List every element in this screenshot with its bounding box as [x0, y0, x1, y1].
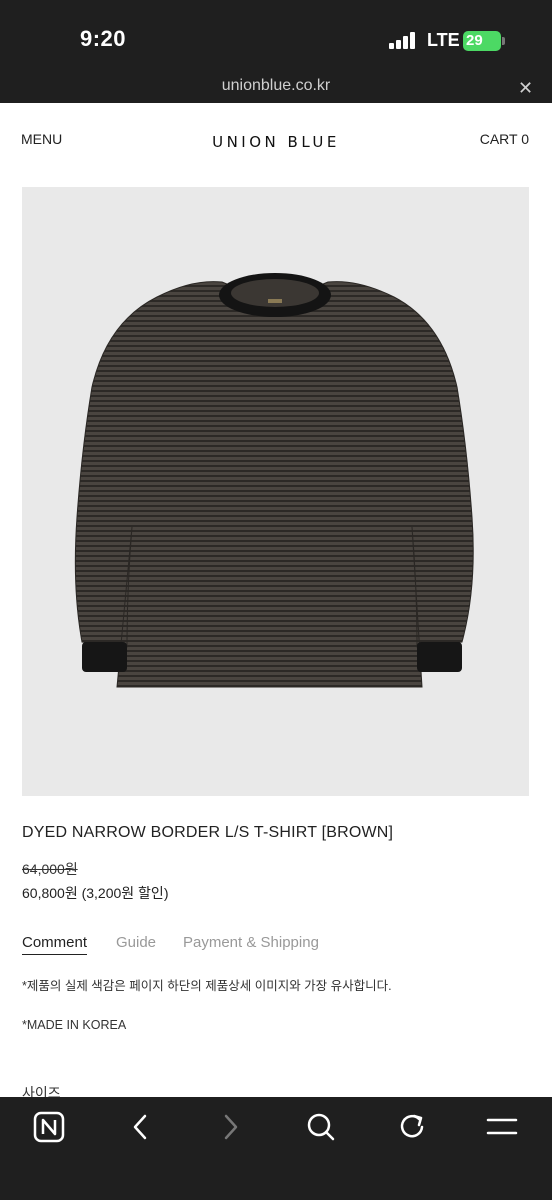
- status-time: 9:20: [80, 26, 127, 51]
- back-arrow-icon[interactable]: [120, 1109, 160, 1145]
- product-title: DYED NARROW BORDER L/S T-SHIRT [BROWN]: [22, 824, 394, 841]
- signal-icon: [389, 32, 417, 49]
- close-icon[interactable]: ✕: [518, 78, 533, 99]
- naver-logo-icon[interactable]: [29, 1109, 69, 1145]
- battery-icon: 29: [463, 31, 505, 51]
- network-type: LTE: [427, 30, 460, 50]
- search-icon[interactable]: [301, 1109, 341, 1145]
- url-bar[interactable]: unionblue.co.kr: [0, 77, 552, 95]
- product-image[interactable]: [22, 187, 529, 796]
- cart-button[interactable]: CART 0: [480, 131, 529, 147]
- battery-level: 29: [466, 32, 483, 49]
- forward-arrow-icon[interactable]: [211, 1109, 251, 1145]
- origin-note: *MADE IN KOREA: [22, 1018, 127, 1032]
- browser-bottom-toolbar: [0, 1097, 552, 1200]
- product-tabs: Comment Guide Payment & Shipping: [22, 934, 532, 958]
- menu-button[interactable]: MENU: [21, 131, 62, 147]
- tshirt-illustration: [74, 273, 474, 688]
- color-note: *제품의 실제 색감은 페이지 하단의 제품상세 이미지와 가장 유사합니다.: [22, 979, 392, 993]
- tab-guide[interactable]: Guide: [116, 934, 156, 951]
- sale-price: 60,800원 (3,200원 할인): [22, 885, 169, 901]
- browser-top-bar: 9:20 LTE 29 unionblue.co.kr ✕: [0, 0, 552, 103]
- menu-icon[interactable]: [482, 1109, 522, 1145]
- original-price: 64,000원: [22, 861, 78, 877]
- site-header: MENU UNION BLUE CART 0: [0, 103, 552, 183]
- refresh-icon[interactable]: [392, 1109, 432, 1145]
- tab-payment-shipping[interactable]: Payment & Shipping: [183, 934, 319, 951]
- site-logo: UNION BLUE: [212, 133, 340, 151]
- tab-comment[interactable]: Comment: [22, 934, 88, 955]
